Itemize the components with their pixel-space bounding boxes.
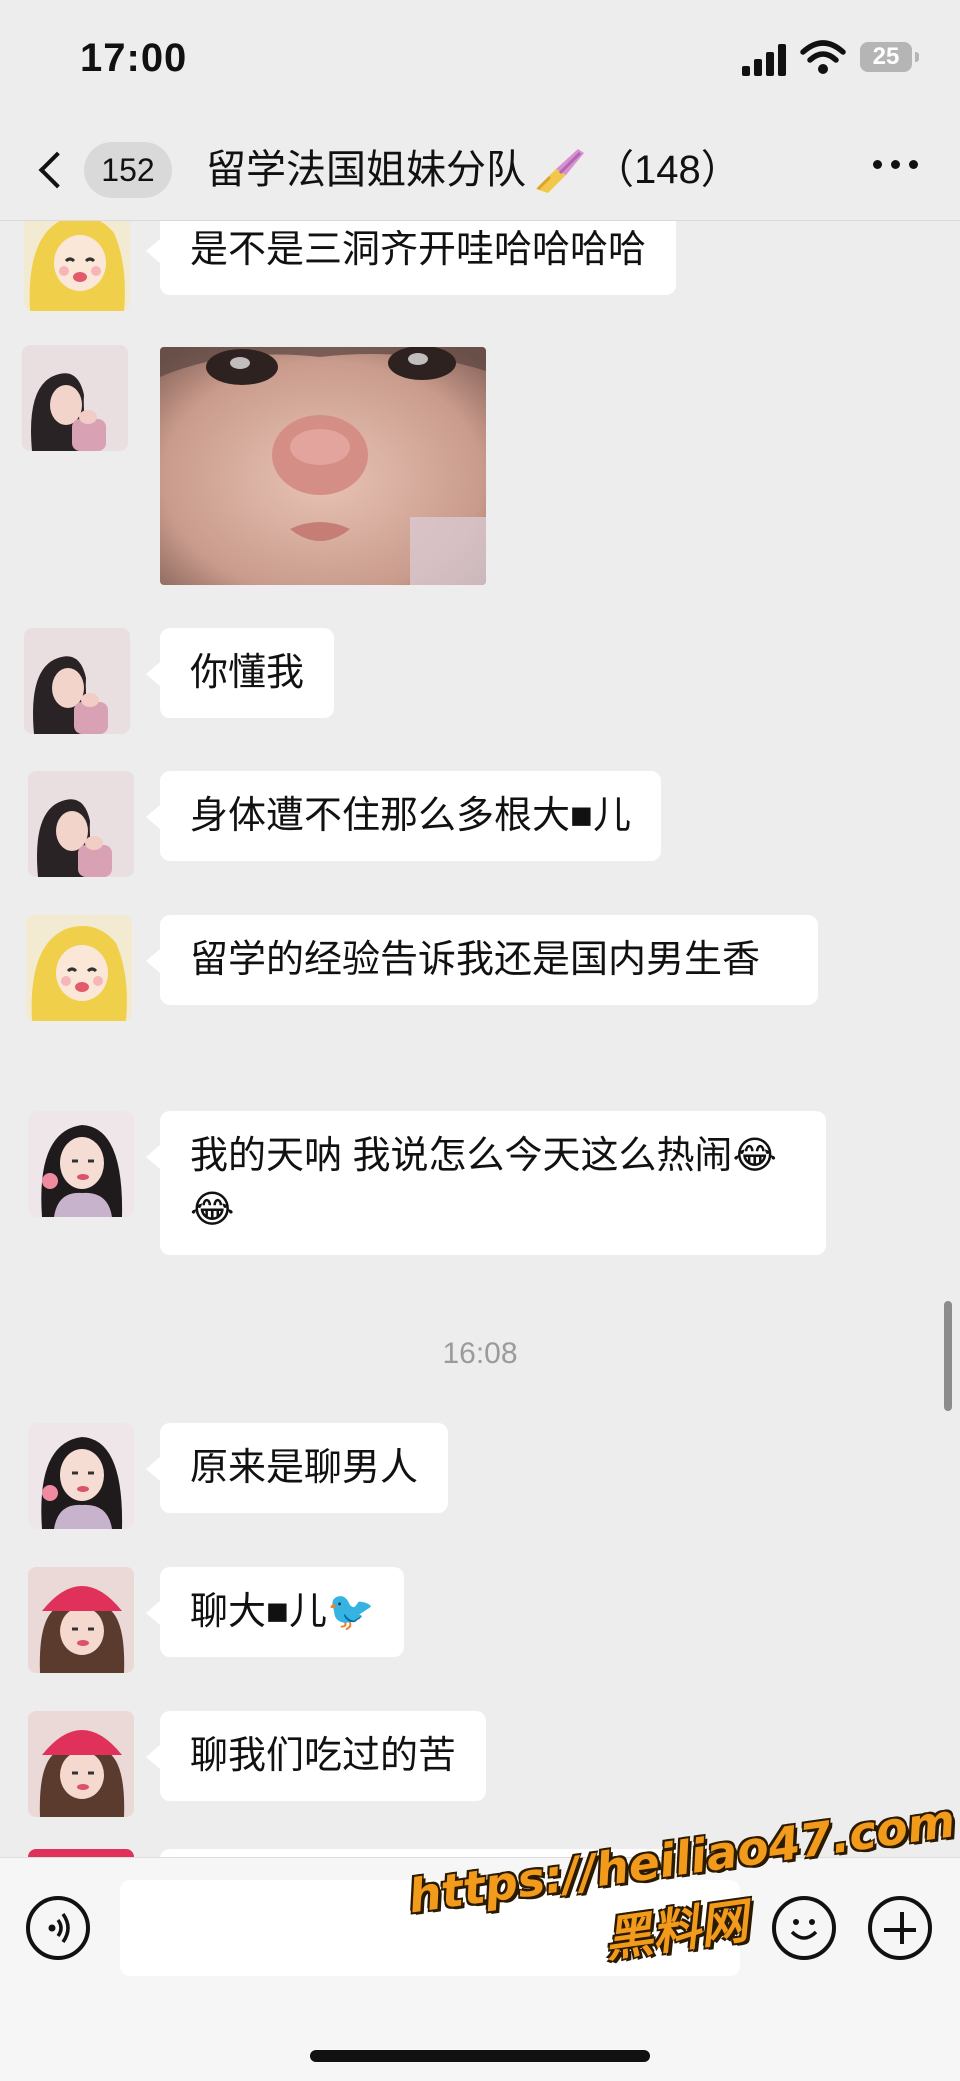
back-button[interactable]: 152	[30, 142, 172, 198]
girl-red-hat-avatar-icon	[28, 1567, 134, 1673]
message-bubble[interactable]: 原来是聊男人	[145, 1423, 449, 1513]
status-bar: 17:00 25	[0, 0, 960, 120]
voice-icon	[48, 1912, 70, 1944]
avatar[interactable]	[22, 345, 128, 451]
yellow-hair-cartoon-avatar-icon	[26, 915, 132, 1021]
status-time: 17:00	[80, 36, 188, 80]
avatar[interactable]	[28, 1711, 134, 1817]
yellow-hair-cartoon-avatar-icon	[24, 221, 130, 311]
message-bubble[interactable]: 身体遭不住那么多根大■儿	[146, 771, 661, 861]
nail-polish-emoji-icon	[536, 149, 584, 193]
message-bubble[interactable]: 留学的经验告诉我还是国内男生香	[146, 915, 818, 1005]
unread-count-badge: 152	[84, 142, 172, 198]
chat-title[interactable]: 留学法国姐妹分队 （148）	[206, 144, 741, 196]
more-options-button[interactable]	[873, 160, 918, 169]
message-list[interactable]: 是不是三洞齐开哇哈哈哈哈 你懂我 身体遭不住那么多根大■儿 留学的经验告诉我还是…	[0, 221, 960, 1857]
avatar[interactable]	[24, 221, 130, 311]
girl-photo-avatar-icon	[22, 345, 128, 451]
avatar[interactable]	[28, 1423, 134, 1529]
member-count: （148）	[594, 148, 741, 192]
message-bubble[interactable]: 你懂我	[145, 628, 335, 718]
home-indicator	[310, 2050, 650, 2062]
time-divider: 16:08	[442, 1337, 518, 1370]
voice-input-button[interactable]	[26, 1896, 90, 1960]
avatar[interactable]	[28, 1111, 134, 1217]
girl-photo-avatar-icon	[28, 771, 134, 877]
girl-red-hat-avatar-icon	[28, 1711, 134, 1817]
crying-baby-face-photo	[160, 347, 486, 585]
message-bubble[interactable]: 我的天呐 我说怎么今天这么热闹😂😂	[146, 1111, 826, 1255]
scrollbar[interactable]	[944, 1301, 952, 1411]
girl-photo-avatar-icon	[28, 1111, 134, 1217]
chevron-left-icon	[38, 151, 76, 189]
dot-icon	[909, 160, 918, 169]
message-bubble[interactable]: 聊大■儿🐦	[145, 1567, 405, 1657]
avatar[interactable]	[26, 915, 132, 1021]
wifi-icon	[800, 40, 846, 74]
avatar[interactable]	[28, 1567, 134, 1673]
avatar[interactable]	[24, 628, 130, 734]
dot-icon	[891, 160, 900, 169]
image-message[interactable]	[160, 347, 486, 585]
avatar[interactable]	[28, 1849, 134, 1857]
avatar[interactable]	[28, 771, 134, 877]
message-bubble[interactable]: 是不是三洞齐开哇哈哈哈哈	[145, 221, 677, 295]
dot-icon	[873, 160, 882, 169]
girl-photo-avatar-icon	[24, 628, 130, 734]
girl-photo-avatar-icon	[28, 1423, 134, 1529]
group-name: 留学法国姐妹分队	[206, 148, 526, 192]
battery-icon: 25	[860, 42, 919, 72]
message-bubble[interactable]: 聊我们吃过的苦	[145, 1711, 487, 1801]
cellular-signal-icon	[742, 44, 788, 76]
chat-header: 152 留学法国姐妹分队 （148）	[0, 120, 960, 221]
